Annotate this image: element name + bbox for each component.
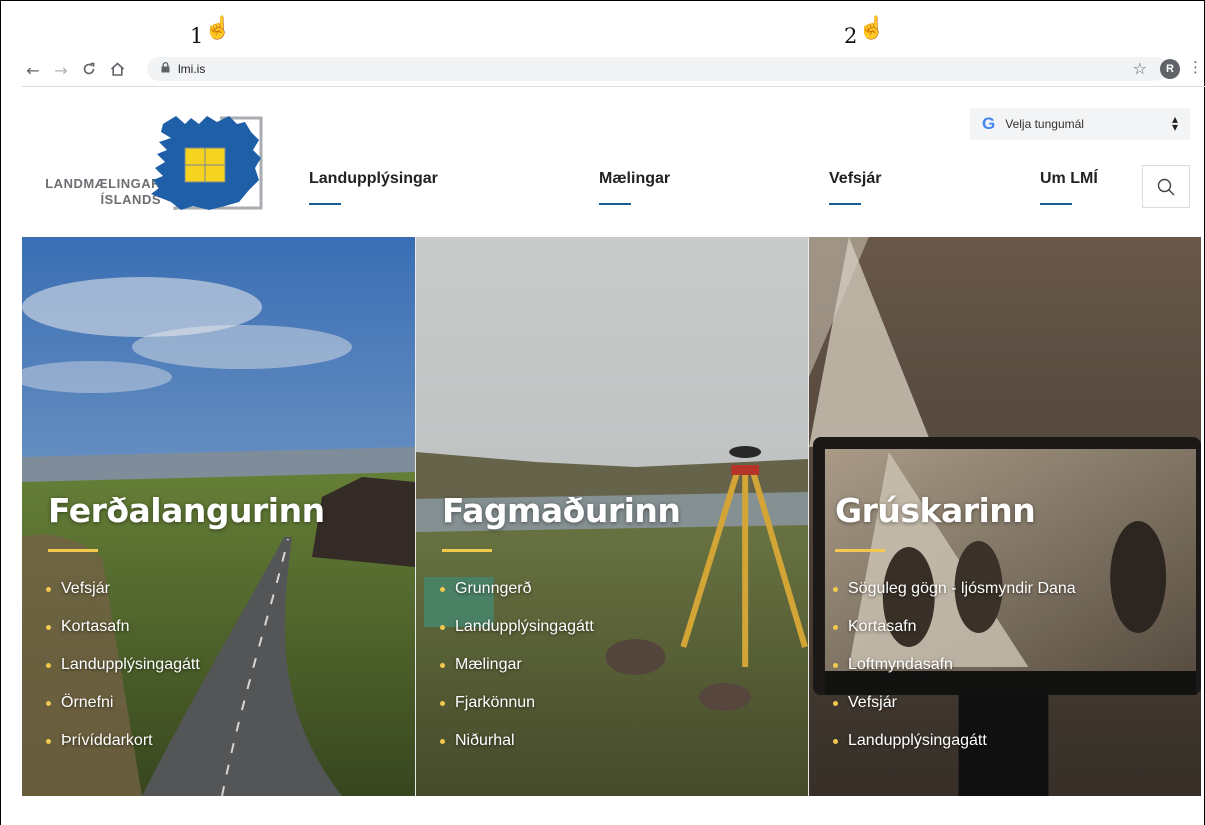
bullet-icon (833, 738, 838, 744)
select-caret-icon: ▴ ▾ (1171, 112, 1178, 134)
panel-title-rule (835, 549, 885, 552)
lock-icon (161, 62, 170, 76)
panel-link-list: Vefsjár Kortasafn Landupplýsingagátt Örn… (46, 570, 200, 760)
panel-title[interactable]: Grúskarinn (835, 491, 1036, 530)
pointing-hand-icon: ☝ (858, 16, 886, 41)
list-item[interactable]: Landupplýsingagátt (46, 646, 200, 684)
bullet-icon (440, 738, 445, 744)
nav-underline (309, 203, 341, 205)
bullet-icon (46, 586, 51, 592)
language-select-label: Velja tungumál (1005, 117, 1084, 131)
browser-toolbar: ← → lmi.is ☆ R ⋮ (22, 56, 1205, 84)
list-item[interactable]: Landupplýsingagátt (440, 608, 594, 646)
nav-item-um-lmi[interactable]: Um LMÍ (1040, 170, 1098, 205)
bullet-icon (833, 662, 838, 668)
list-item[interactable]: Loftmyndasafn (833, 646, 1076, 684)
list-item[interactable]: Kortasafn (46, 608, 200, 646)
toolbar-divider (22, 86, 1205, 87)
bullet-icon (833, 700, 838, 706)
panel-title[interactable]: Ferðalangurinn (48, 491, 325, 530)
panel-ferdalangurinn[interactable]: Ferðalangurinn Vefsjár Kortasafn Landupp… (22, 237, 415, 796)
reload-icon[interactable] (78, 61, 100, 80)
bullet-icon (440, 700, 445, 706)
list-item[interactable]: Þrívíddarkort (46, 722, 200, 760)
nav-underline (599, 203, 631, 205)
site-logo[interactable]: LANDMÆLINGAR ÍSLANDS (33, 110, 273, 215)
list-item[interactable]: Vefsjár (46, 570, 200, 608)
hero-panels: Ferðalangurinn Vefsjár Kortasafn Landupp… (22, 237, 1201, 796)
bullet-icon (440, 662, 445, 668)
panel-link-list: Grunngerð Landupplýsingagátt Mælingar Fj… (440, 570, 594, 760)
home-icon[interactable] (106, 61, 128, 80)
search-button[interactable] (1142, 165, 1190, 208)
panel-title-rule (442, 549, 492, 552)
list-item[interactable]: Mælingar (440, 646, 594, 684)
kebab-menu-icon[interactable]: ⋮ (1188, 58, 1203, 76)
address-bar[interactable]: lmi.is (147, 57, 1167, 81)
panel-title-rule (48, 549, 98, 552)
list-item[interactable]: Landupplýsingagátt (833, 722, 1076, 760)
star-icon[interactable]: ☆ (1133, 59, 1147, 78)
list-item[interactable]: Fjarkönnun (440, 684, 594, 722)
forward-arrow-icon[interactable]: → (50, 61, 72, 80)
url-text: lmi.is (178, 62, 206, 76)
panel-fagmadurinn[interactable]: Fagmaðurinn Grunngerð Landupplýsingagátt… (415, 237, 808, 796)
bullet-icon (46, 700, 51, 706)
bullet-icon (833, 586, 838, 592)
list-item[interactable]: Grunngerð (440, 570, 594, 608)
list-item[interactable]: Örnefni (46, 684, 200, 722)
back-arrow-icon[interactable]: ← (22, 61, 44, 80)
list-item[interactable]: Kortasafn (833, 608, 1076, 646)
nav-item-vefsjar[interactable]: Vefsjár (829, 170, 881, 205)
nav-underline (829, 203, 861, 205)
annotation-marker-1: 1 ☝ (190, 16, 232, 48)
bullet-icon (46, 624, 51, 630)
pointing-hand-icon: ☝ (204, 16, 232, 41)
panel-gruskarinn[interactable]: Grúskarinn Söguleg gögn - ljósmyndir Dan… (808, 237, 1201, 796)
bullet-icon (440, 624, 445, 630)
google-icon: G (982, 114, 996, 133)
list-item[interactable]: Niðurhal (440, 722, 594, 760)
nav-item-landupplysingar[interactable]: Landupplýsingar (309, 170, 438, 205)
panel-link-list: Söguleg gögn - ljósmyndir Dana Kortasafn… (833, 570, 1076, 760)
bullet-icon (46, 662, 51, 668)
list-item[interactable]: Vefsjár (833, 684, 1076, 722)
profile-avatar[interactable]: R (1160, 59, 1180, 79)
nav-underline (1040, 203, 1072, 205)
nav-item-maelingar[interactable]: Mælingar (599, 170, 670, 205)
iceland-map-icon (151, 116, 263, 210)
list-item[interactable]: Söguleg gögn - ljósmyndir Dana (833, 570, 1076, 608)
bullet-icon (440, 586, 445, 592)
annotation-marker-2: 2 ☝ (844, 16, 886, 48)
bullet-icon (46, 738, 51, 744)
language-select[interactable]: G Velja tungumál ▴ ▾ (970, 108, 1190, 140)
panel-title[interactable]: Fagmaðurinn (442, 491, 681, 530)
bullet-icon (833, 624, 838, 630)
search-icon (1157, 178, 1175, 195)
